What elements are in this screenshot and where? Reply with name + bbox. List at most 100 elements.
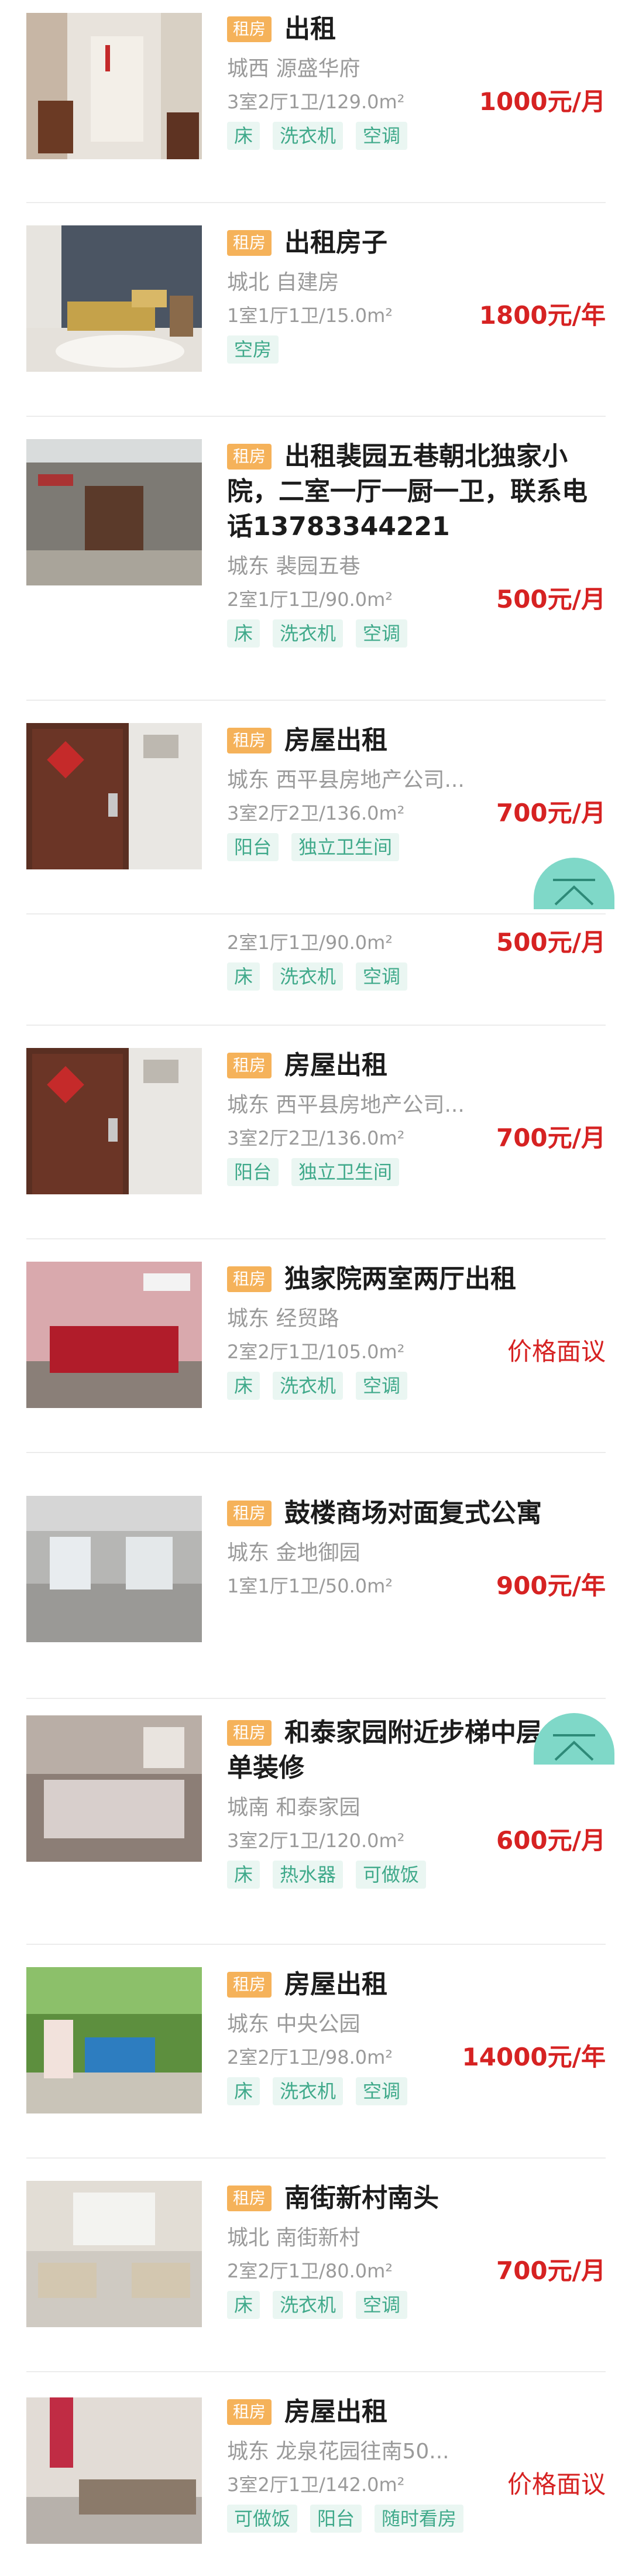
listing-title[interactable]: 房屋出租 xyxy=(284,1969,387,1999)
listing-title[interactable]: 出租房子 xyxy=(284,228,387,258)
listing-location: 城东 西平县房地产公司... xyxy=(227,768,465,792)
listing-specs: 3室2厅1卫/129.0m² xyxy=(227,91,405,113)
listing-title[interactable]: 鼓楼商场对面复式公寓 xyxy=(284,1498,542,1528)
listing-specs: 3室2厅2卫/136.0m² xyxy=(227,802,405,824)
feature-chip: 床 xyxy=(227,1861,260,1889)
listing-location: 城东 经贸路 xyxy=(227,1307,339,1331)
listing-title[interactable]: 出租 xyxy=(284,14,336,44)
listing-card[interactable]: 租房 房屋出租 城东 龙泉花园往南50... 3室2厅1卫/142.0m² 价格面议… xyxy=(26,2371,606,2576)
listing-title[interactable]: 房屋出租 xyxy=(284,725,387,755)
rent-tag: 租房 xyxy=(227,1053,272,1078)
feature-chip: 随时看房 xyxy=(375,2505,464,2533)
listing-title[interactable]: 出租裴园五巷朝北独家小院，二室一厅一厨一卫，联系电话13783344221 xyxy=(227,441,588,542)
bed-room-photo xyxy=(26,1715,202,1862)
feature-chip: 空调 xyxy=(356,619,408,648)
feature-chip: 空调 xyxy=(356,2077,408,2105)
listing-specs: 2室2厅1卫/98.0m² xyxy=(227,2046,393,2068)
rent-tag: 租房 xyxy=(227,16,272,42)
feature-chip: 床 xyxy=(227,962,260,991)
listing-location: 城东 中央公园 xyxy=(227,2012,360,2036)
listing-price: 1800元/年 xyxy=(479,301,606,330)
listing-card[interactable]: 租房 和泰家园附近步梯中层，简单装修 城南 和泰家园 3室2厅1卫/120.0m²… xyxy=(26,1698,606,1945)
rent-tag: 租房 xyxy=(227,1501,272,1526)
apartment-photo xyxy=(26,1496,202,1642)
listing-specs: 2室1厅1卫/90.0m² xyxy=(227,931,393,954)
listing-title[interactable]: 南街新村南头 xyxy=(284,2183,439,2213)
listing-card[interactable]: 租房 南街新村南头 城北 南街新村 2室2厅1卫/80.0m² 700元/月 床洗衣… xyxy=(26,2157,606,2372)
listing-specs: 1室1厅1卫/15.0m² xyxy=(227,304,393,327)
garden-photo xyxy=(26,1967,202,2113)
listing-price: 价格面议 xyxy=(507,2470,606,2499)
feature-chip: 洗衣机 xyxy=(273,962,344,991)
listing-specs: 2室1厅1卫/90.0m² xyxy=(227,588,393,611)
listing-price: 700元/月 xyxy=(496,799,606,827)
door-photo xyxy=(26,723,202,869)
listing-card[interactable]: 租房 出租 城西 源盛华府 3室2厅1卫/129.0m² 1000元/月 床洗衣机空… xyxy=(26,0,606,203)
bedroom-photo xyxy=(26,225,202,372)
courtyard-photo xyxy=(26,439,202,585)
listing-specs: 3室2厅1卫/142.0m² xyxy=(227,2474,405,2496)
rent-tag: 租房 xyxy=(227,444,272,470)
feature-chip: 空房 xyxy=(227,335,279,364)
listing-location: 城东 金地御园 xyxy=(227,1541,360,1565)
feature-chip: 独立卫生间 xyxy=(291,833,400,861)
rent-tag: 租房 xyxy=(227,230,272,256)
listing-location: 城北 自建房 xyxy=(227,270,339,294)
feature-chip: 床 xyxy=(227,2291,260,2319)
listing-price: 1000元/月 xyxy=(479,87,606,116)
feature-chip: 空调 xyxy=(356,2291,408,2319)
listing-specs: 3室2厅2卫/136.0m² xyxy=(227,1127,405,1149)
feature-chip: 空调 xyxy=(356,962,408,991)
feature-chip: 空调 xyxy=(356,122,408,150)
feature-chip: 热水器 xyxy=(273,1861,344,1889)
feature-chip: 床 xyxy=(227,122,260,150)
rent-tag: 租房 xyxy=(227,1720,272,1746)
listing-location: 城北 南街新村 xyxy=(227,2226,360,2250)
listing-specs: 2室2厅1卫/105.0m² xyxy=(227,1341,405,1363)
feature-chip: 可做饭 xyxy=(356,1861,427,1889)
listing-price: 700元/月 xyxy=(496,2256,606,2285)
feature-chip: 空调 xyxy=(356,1372,408,1400)
door-photo xyxy=(26,1048,202,1194)
listing-card[interactable]: 2室1厅1卫/90.0m² 500元/月 床洗衣机 空调 xyxy=(26,913,606,1026)
feature-chip: 阳台 xyxy=(310,2505,362,2533)
listing-card[interactable]: 租房 鼓楼商场对面复式公寓 城东 金地御园 1室1厅1卫/50.0m² 900元/年 xyxy=(26,1452,606,1699)
listing-price: 14000元/年 xyxy=(462,2043,606,2071)
feature-chip: 独立卫生间 xyxy=(291,1158,400,1186)
listing-card[interactable]: 租房 出租房子 城北 自建房 1室1厅1卫/15.0m² 1800元/年 空房 xyxy=(26,202,606,417)
rent-tag: 租房 xyxy=(227,1972,272,1998)
listing-title[interactable]: 独家院两室两厅出租 xyxy=(284,1264,516,1294)
feature-chip: 可做饭 xyxy=(227,2505,298,2533)
listing-specs: 2室2厅1卫/80.0m² xyxy=(227,2260,393,2282)
feature-chip: 洗衣机 xyxy=(273,2077,344,2105)
listing-card[interactable]: 租房 房屋出租 城东 西平县房地产公司... 3室2厅2卫/136.0m² 700元… xyxy=(26,1025,606,1239)
listing-location: 城东 龙泉花园往南50... xyxy=(227,2440,449,2464)
arrow-up-to-top-icon xyxy=(553,879,595,906)
listing-title[interactable]: 房屋出租 xyxy=(284,2397,387,2427)
rent-tag: 租房 xyxy=(227,1266,272,1292)
listing-location: 城东 西平县房地产公司... xyxy=(227,1093,465,1117)
listing-card[interactable]: 租房 房屋出租 城东 中央公园 2室2厅1卫/98.0m² 14000元/年 床洗衣… xyxy=(26,1944,606,2159)
listing-card[interactable]: 租房 出租裴园五巷朝北独家小院，二室一厅一厨一卫，联系电话13783344221 … xyxy=(26,416,606,701)
feature-chip: 洗衣机 xyxy=(273,619,344,648)
rent-tag: 租房 xyxy=(227,728,272,753)
feature-chip: 阳台 xyxy=(227,833,279,861)
arrow-up-to-top-icon xyxy=(553,1734,595,1761)
listing-card[interactable]: 租房 独家院两室两厅出租 城东 经贸路 2室2厅1卫/105.0m² 价格面议 床洗… xyxy=(26,1238,606,1453)
listing-location: 城东 裴园五巷 xyxy=(227,554,360,578)
listing-location: 城南 和泰家园 xyxy=(227,1796,360,1820)
feature-chip: 洗衣机 xyxy=(273,1372,344,1400)
listing-specs: 3室2厅1卫/120.0m² xyxy=(227,1830,405,1852)
listing-title[interactable]: 房屋出租 xyxy=(284,1050,387,1080)
feature-chip: 床 xyxy=(227,619,260,648)
listing-price: 900元/年 xyxy=(496,1571,606,1600)
listing-price: 500元/月 xyxy=(496,928,606,957)
listing-specs: 1室1厅1卫/50.0m² xyxy=(227,1575,393,1597)
feature-chip: 洗衣机 xyxy=(273,2291,344,2319)
feature-chip: 阳台 xyxy=(227,1158,279,1186)
listing-card[interactable]: 租房 房屋出租 城东 西平县房地产公司... 3室2厅2卫/136.0m² 700元… xyxy=(26,700,606,914)
listing-location: 城西 源盛华府 xyxy=(227,57,360,81)
feature-chip: 床 xyxy=(227,1372,260,1400)
bed-frame-photo xyxy=(26,2397,202,2544)
rent-tag: 租房 xyxy=(227,2399,272,2425)
